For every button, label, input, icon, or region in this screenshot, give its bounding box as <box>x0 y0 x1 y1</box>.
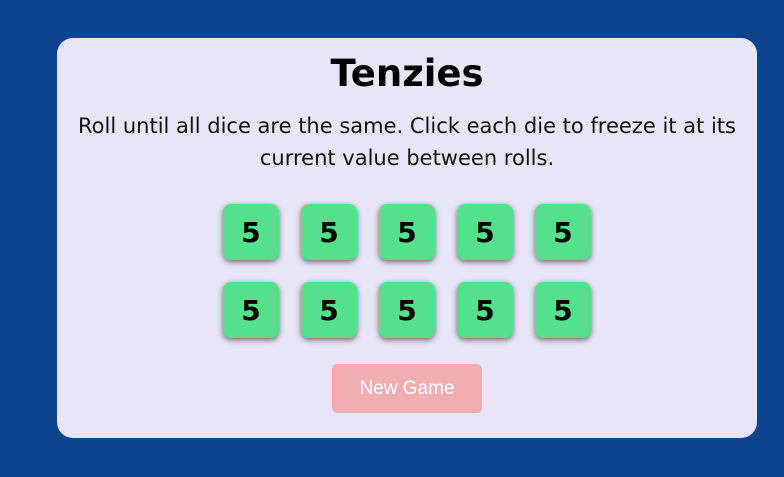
die[interactable]: 5 <box>535 282 591 338</box>
game-title: Tenzies <box>330 52 484 95</box>
die[interactable]: 5 <box>223 282 279 338</box>
die[interactable]: 5 <box>301 204 357 260</box>
die[interactable]: 5 <box>379 282 435 338</box>
die[interactable]: 5 <box>301 282 357 338</box>
die[interactable]: 5 <box>379 204 435 260</box>
game-board: Tenzies Roll until all dice are the same… <box>57 38 757 438</box>
new-game-button[interactable]: New Game <box>332 364 482 413</box>
die[interactable]: 5 <box>457 282 513 338</box>
die[interactable]: 5 <box>223 204 279 260</box>
dice-grid: 5 5 5 5 5 5 5 5 5 5 <box>223 204 591 338</box>
game-instructions: Roll until all dice are the same. Click … <box>78 114 736 170</box>
die[interactable]: 5 <box>457 204 513 260</box>
die[interactable]: 5 <box>535 204 591 260</box>
